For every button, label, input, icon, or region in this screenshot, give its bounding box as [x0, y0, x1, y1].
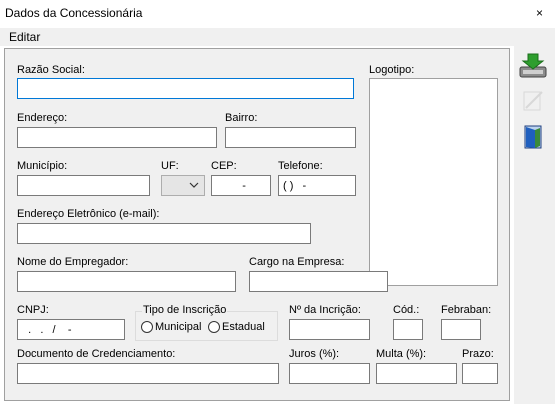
uf-label: UF:	[161, 160, 179, 172]
email-label: Endereço Eletrônico (e-mail):	[17, 208, 160, 220]
empregador-input[interactable]	[17, 271, 236, 292]
telefone-label: Telefone:	[278, 160, 323, 172]
juros-input[interactable]	[289, 363, 370, 384]
juros-label: Juros (%):	[289, 348, 340, 360]
razao-social-label: Razão Social:	[17, 64, 85, 76]
municipio-label: Município:	[17, 160, 68, 172]
save-disk-icon	[519, 53, 547, 78]
telefone-input[interactable]	[278, 175, 356, 196]
radio-municipal-label[interactable]: Municipal	[155, 321, 201, 333]
radio-estadual[interactable]	[208, 321, 220, 333]
edit-disabled-icon	[523, 91, 543, 111]
title-bar: Dados da Concessionária ×	[0, 0, 555, 28]
razao-social-input[interactable]	[17, 78, 354, 99]
documento-input[interactable]	[17, 363, 279, 384]
uf-select[interactable]	[161, 175, 205, 196]
cod-input[interactable]	[393, 319, 423, 340]
exit-button[interactable]	[518, 122, 548, 152]
email-input[interactable]	[17, 223, 311, 244]
febraban-input[interactable]	[441, 319, 481, 340]
radio-municipal[interactable]	[141, 321, 153, 333]
tipo-inscricao-label: Tipo de Inscrição	[142, 304, 228, 316]
prazo-input[interactable]	[462, 363, 498, 384]
menu-editar[interactable]: Editar	[9, 30, 40, 44]
febraban-label: Febraban:	[441, 304, 492, 316]
window-title: Dados da Concessionária	[5, 6, 143, 20]
multa-input[interactable]	[376, 363, 457, 384]
endereco-input[interactable]	[17, 127, 217, 148]
num-inscricao-input[interactable]	[289, 319, 370, 340]
cnpj-label: CNPJ:	[17, 304, 49, 316]
radio-estadual-label[interactable]: Estadual	[222, 321, 265, 333]
exit-door-icon	[524, 125, 542, 149]
logotipo-label: Logotipo:	[369, 64, 415, 76]
menu-bar: Editar	[0, 28, 555, 46]
cod-label: Cód.:	[393, 304, 420, 316]
chevron-down-icon	[189, 182, 199, 188]
save-button[interactable]	[518, 52, 548, 82]
cep-label: CEP:	[211, 160, 237, 172]
cep-input[interactable]	[211, 175, 271, 196]
bairro-input[interactable]	[225, 127, 356, 148]
prazo-label: Prazo:	[462, 348, 494, 360]
endereco-label: Endereço:	[17, 112, 68, 124]
cargo-input[interactable]	[249, 271, 388, 292]
num-inscricao-label: Nº da Incrição:	[289, 304, 361, 316]
documento-label: Documento de Credenciamento:	[17, 348, 176, 360]
logo-image-box[interactable]	[369, 78, 498, 286]
multa-label: Multa (%):	[376, 348, 427, 360]
close-button[interactable]: ×	[536, 6, 543, 20]
empregador-label: Nome do Empregador:	[17, 256, 129, 268]
edit-button-disabled[interactable]	[518, 86, 548, 116]
municipio-input[interactable]	[17, 175, 150, 196]
cnpj-input[interactable]	[17, 319, 125, 340]
cargo-label: Cargo na Empresa:	[249, 256, 345, 268]
bairro-label: Bairro:	[225, 112, 258, 124]
side-toolbar	[514, 46, 555, 404]
